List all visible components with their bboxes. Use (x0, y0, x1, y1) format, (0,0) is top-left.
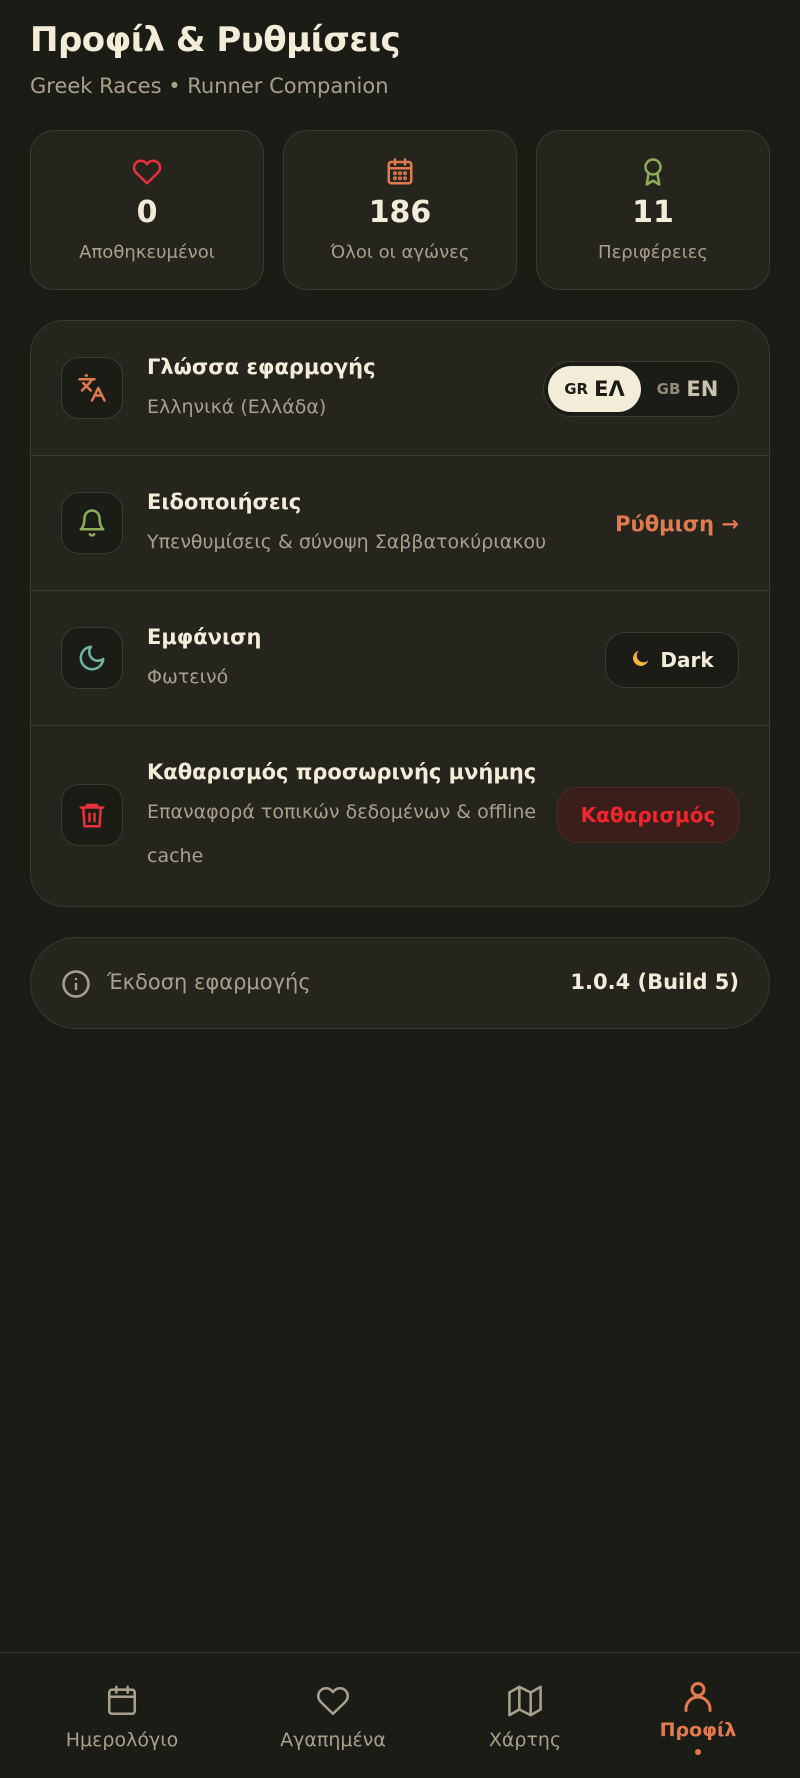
settings-card: Γλώσσα εφαρμογής Ελληνικά (Ελλάδα) GR ΕΛ… (30, 320, 770, 907)
profile-settings-screen: Προφίλ & Ρυθμίσεις Greek Races • Runner … (0, 0, 800, 1778)
language-title: Γλώσσα εφαρμογής (147, 355, 376, 379)
clear-cache-row: Καθαρισμός προσωρινής μνήμης Επαναφορά τ… (31, 726, 769, 904)
flag-code: GR (564, 380, 589, 398)
language-toggle: GR ΕΛ GB EN (543, 361, 739, 417)
tab-label: Προφίλ (659, 1719, 737, 1741)
notifications-setup-link[interactable]: Ρύθμιση → (615, 512, 739, 536)
page-subtitle: Greek Races • Runner Companion (30, 74, 389, 98)
flag-code: GB (656, 380, 681, 398)
theme-label: Dark (660, 648, 714, 672)
clear-cache-button[interactable]: Καθαρισμός (557, 787, 739, 843)
calendar-icon (385, 157, 415, 187)
page-title: Προφίλ & Ρυθμίσεις (30, 20, 401, 60)
tab-favorites[interactable]: Αγαπημένα (268, 1653, 398, 1778)
stat-card-regions: 11 Περιφέρειες (536, 130, 770, 290)
moon-icon (61, 627, 123, 689)
notifications-desc: Υπενθυμίσεις & σύνοψη Σαββατοκύριακου (147, 531, 547, 553)
clear-cache-desc-line1: Επαναφορά τοπικών δεδομένων & offline (147, 801, 537, 823)
bell-icon (61, 492, 123, 554)
language-row: Γλώσσα εφαρμογής Ελληνικά (Ελλάδα) GR ΕΛ… (31, 321, 769, 456)
stat-value: 186 (368, 195, 432, 230)
language-name: EN (686, 377, 719, 401)
language-name: ΕΛ (594, 377, 625, 401)
version-card: Έκδοση εφαρμογής 1.0.4 (Build 5) (30, 937, 770, 1029)
notifications-title: Ειδοποιήσεις (147, 490, 302, 514)
clear-cache-label: Καθαρισμός (580, 803, 716, 827)
tab-calendar[interactable]: Ημερολόγιο (57, 1653, 187, 1778)
award-icon (638, 157, 668, 187)
stats-row: 0 Αποθηκευμένοι 186 Όλοι οι αγώνες 11 Πε… (30, 130, 770, 290)
crescent-moon-icon (630, 647, 652, 673)
translate-icon (61, 357, 123, 419)
tab-map[interactable]: Χάρτης (475, 1653, 575, 1778)
tab-label: Αγαπημένα (280, 1729, 386, 1751)
user-icon (680, 1679, 716, 1715)
bottom-tab-bar: Ημερολόγιο Αγαπημένα Χάρτης Προφίλ (0, 1652, 800, 1778)
clear-cache-title: Καθαρισμός προσωρινής μνήμης (147, 760, 537, 784)
stat-card-all-races: 186 Όλοι οι αγώνες (283, 130, 517, 290)
info-icon (61, 969, 91, 999)
calendar-icon (104, 1683, 140, 1719)
version-value: 1.0.4 (Build 5) (570, 970, 739, 994)
language-option-el[interactable]: GR ΕΛ (548, 366, 641, 412)
appearance-title: Εμφάνιση (147, 625, 262, 649)
appearance-row: Εμφάνιση Φωτεινό Dark (31, 591, 769, 726)
active-indicator-dot (695, 1749, 701, 1755)
heart-icon (132, 157, 162, 187)
version-label: Έκδοση εφαρμογής (107, 970, 311, 994)
theme-toggle-button[interactable]: Dark (605, 632, 739, 688)
stat-label: Περιφέρειες (598, 242, 708, 263)
clear-cache-desc-line2: cache (147, 845, 204, 867)
tab-label: Χάρτης (488, 1729, 562, 1751)
map-icon (507, 1683, 543, 1719)
stat-card-saved: 0 Αποθηκευμένοι (30, 130, 264, 290)
notifications-row[interactable]: Ειδοποιήσεις Υπενθυμίσεις & σύνοψη Σαββα… (31, 456, 769, 591)
appearance-desc: Φωτεινό (147, 666, 229, 688)
stat-label: Αποθηκευμένοι (79, 242, 215, 263)
header: Προφίλ & Ρυθμίσεις Greek Races • Runner … (30, 20, 401, 98)
trash-icon (61, 784, 123, 846)
stat-value: 11 (632, 195, 674, 230)
tab-profile[interactable]: Προφίλ (648, 1653, 748, 1778)
heart-icon (315, 1683, 351, 1719)
language-option-en[interactable]: GB EN (641, 366, 734, 412)
stat-label: Όλοι οι αγώνες (330, 242, 470, 263)
tab-label: Ημερολόγιο (65, 1729, 179, 1751)
stat-value: 0 (136, 195, 158, 230)
language-desc: Ελληνικά (Ελλάδα) (147, 396, 327, 418)
